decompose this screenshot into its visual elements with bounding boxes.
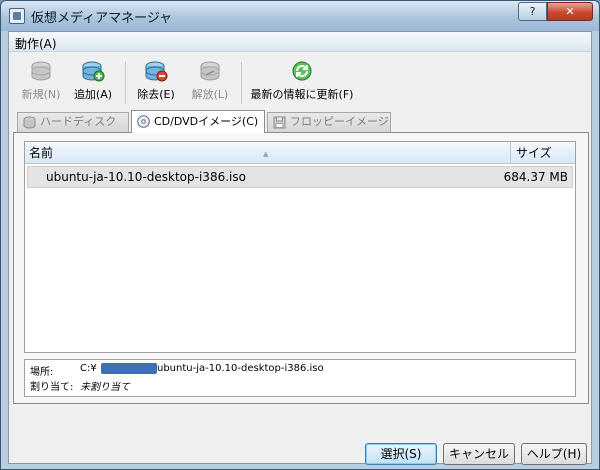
virtual-media-manager-window: 仮想メディアマネージャ ? ✕ 動作(A) 新規(N) 追加(A) 除去(E) … — [0, 0, 600, 470]
disk-release-icon — [200, 61, 220, 81]
redacted-path-segment — [101, 363, 157, 374]
location-label: 場所: — [30, 367, 54, 378]
location-value: ubuntu-ja-10.10-desktop-i386.iso — [157, 363, 324, 374]
cd-dvd-icon — [137, 115, 150, 128]
select-button[interactable]: 選択(S) — [365, 443, 437, 465]
hard-disk-icon — [23, 116, 36, 129]
list-item[interactable]: ubuntu-ja-10.10-desktop-i386.iso 684.37 … — [27, 166, 573, 188]
close-window-button[interactable]: ✕ — [547, 2, 593, 21]
app-icon — [9, 8, 25, 24]
refresh-icon — [292, 61, 312, 81]
tab-cd-dvd[interactable]: CD/DVDイメージ(C) — [131, 110, 265, 133]
list-item-size: 684.37 MB — [503, 170, 568, 184]
disk-add-icon — [82, 61, 105, 82]
tab-hard-disk[interactable]: ハードディスク(D) — [17, 112, 129, 146]
list-header: 名前 ▲ サイズ — [25, 142, 575, 164]
help-button[interactable]: ヘルプ(H) — [521, 443, 587, 465]
floppy-icon — [273, 116, 286, 129]
refresh-button[interactable]: 最新の情報に更新(F) — [247, 60, 357, 102]
media-info-panel: 場所: C:¥ ubuntu-ja-10.10-desktop-i386.iso… — [24, 359, 576, 397]
menu-bar: 動作(A) — [9, 32, 591, 52]
toolbar-separator — [241, 62, 242, 104]
column-header-size[interactable]: サイズ — [512, 142, 574, 164]
media-type-tabs: ハードディスク(D) CD/DVDイメージ(C) フロッピーイメージ(F) — [13, 110, 589, 146]
tab-floppy[interactable]: フロッピーイメージ(F) — [267, 112, 391, 146]
add-button[interactable]: 追加(A) — [69, 60, 117, 102]
media-list[interactable]: 名前 ▲ サイズ ubuntu-ja-10.10-desktop-i386.is… — [24, 141, 576, 353]
window-title: 仮想メディアマネージャ — [31, 11, 173, 26]
cancel-button[interactable]: キャンセル — [443, 443, 515, 465]
dialog-client-area: 動作(A) 新規(N) 追加(A) 除去(E) 解放(L) 最新の情報に更新(F… — [8, 31, 592, 465]
toolbar-separator — [125, 62, 126, 104]
disk-new-icon — [31, 61, 51, 81]
list-item-name: ubuntu-ja-10.10-desktop-i386.iso — [46, 170, 246, 184]
attached-label: 割り当て: — [30, 382, 74, 393]
column-header-name[interactable]: 名前 ▲ — [25, 142, 511, 164]
title-bar[interactable]: 仮想メディアマネージャ ? ✕ — [1, 1, 599, 31]
release-button[interactable]: 解放(L) — [185, 60, 235, 102]
remove-button[interactable]: 除去(E) — [131, 60, 181, 102]
location-prefix: C:¥ — [80, 363, 97, 374]
sort-ascending-icon: ▲ — [263, 150, 269, 158]
toolbar: 新規(N) 追加(A) 除去(E) 解放(L) 最新の情報に更新(F) — [9, 54, 591, 110]
help-window-button[interactable]: ? — [518, 2, 547, 21]
disk-remove-icon — [145, 61, 168, 82]
new-button[interactable]: 新規(N) — [17, 60, 65, 102]
menu-action[interactable]: 動作(A) — [15, 35, 57, 52]
cd-dvd-tab-panel: 名前 ▲ サイズ ubuntu-ja-10.10-desktop-i386.is… — [13, 132, 589, 404]
attached-value: 未割り当て — [80, 382, 130, 393]
